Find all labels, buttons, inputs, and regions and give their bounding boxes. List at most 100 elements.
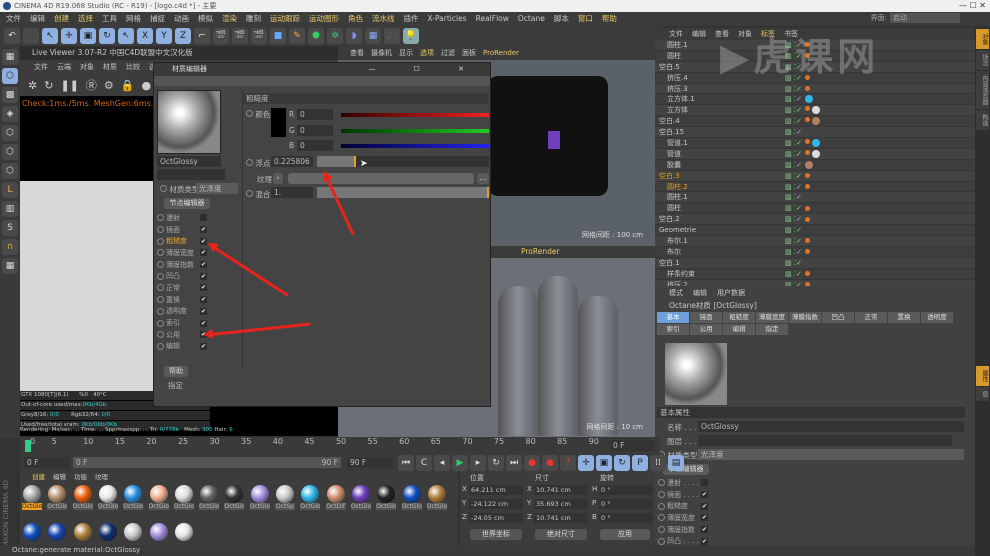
layout-selector[interactable]: 界面: 启动: [871, 13, 960, 23]
object-row[interactable]: 布尔.1 ▨ ⁚✓: [655, 236, 975, 247]
menu-item[interactable]: 运动图形: [309, 12, 339, 26]
next-key-icon[interactable]: ↻: [488, 455, 504, 471]
attribute-tab[interactable]: 镜面: [690, 312, 722, 323]
object-menu-item[interactable]: 编辑: [692, 28, 706, 40]
radio-icon[interactable]: [157, 214, 164, 222]
attribute-menu-item[interactable]: 模式: [669, 286, 683, 300]
attribute-menu-item[interactable]: 用户数据: [717, 286, 745, 300]
radio-icon[interactable]: [157, 226, 164, 234]
object-name[interactable]: 立方体: [655, 105, 785, 115]
selected-object[interactable]: [548, 131, 560, 149]
material-ball-icon[interactable]: [73, 523, 92, 541]
material-swatch[interactable]: OctGlo: [350, 485, 371, 510]
visibility-flags[interactable]: ▨ ⁚✓: [785, 204, 805, 212]
checkbox[interactable]: ✔: [200, 272, 207, 280]
visibility-flags[interactable]: ▨ ⁚✓: [785, 139, 805, 147]
radio-icon[interactable]: [157, 272, 164, 280]
next-frame-icon[interactable]: ▸: [470, 455, 486, 471]
radio-icon[interactable]: [658, 479, 665, 487]
channel-row[interactable]: 薄膜宽度 ✔: [658, 512, 708, 524]
material-ball-icon[interactable]: [48, 485, 67, 503]
object-name[interactable]: 胶囊: [655, 160, 785, 170]
object-name[interactable]: 管道: [655, 149, 785, 159]
material-swatch[interactable]: [22, 523, 42, 541]
tag-icon[interactable]: [805, 184, 810, 190]
material-swatch[interactable]: [123, 523, 143, 541]
window-controls[interactable]: — ☐ ✕: [959, 0, 986, 12]
visibility-flags[interactable]: ▨ ⁚✓: [785, 270, 805, 278]
material-type-dropdown[interactable]: 光泽度: [196, 183, 238, 194]
visibility-flags[interactable]: ▨ ⁚✓: [785, 128, 805, 136]
material-name[interactable]: OctGlo: [173, 503, 194, 510]
layout-dropdown[interactable]: 启动: [890, 13, 960, 23]
object-name[interactable]: 空白.15: [655, 127, 785, 137]
radio-icon[interactable]: [157, 261, 164, 269]
object-name[interactable]: 圆柱.1: [655, 192, 785, 202]
material-swatch[interactable]: [47, 523, 67, 541]
g-slider[interactable]: [341, 129, 489, 133]
scale-tool-icon[interactable]: ▣: [80, 28, 96, 44]
material-ball-icon[interactable]: [351, 485, 370, 503]
checkbox[interactable]: ✔: [701, 514, 708, 522]
viewport-menu-item[interactable]: ProRender: [483, 46, 519, 60]
checkbox[interactable]: ✔: [701, 491, 708, 499]
make-editable-icon[interactable]: ▦: [2, 49, 18, 65]
coord-rot-input[interactable]: 0 °: [599, 499, 653, 509]
material-name[interactable]: OctGlo: [426, 503, 447, 510]
material-ball-icon[interactable]: [174, 485, 193, 503]
object-name[interactable]: 圆柱.2: [655, 182, 785, 192]
radio-icon[interactable]: [157, 284, 164, 292]
tag-icon[interactable]: [805, 216, 810, 222]
menu-item[interactable]: 窗口: [578, 12, 593, 26]
channel-label[interactable]: 置换: [166, 295, 180, 305]
material-swatch[interactable]: OctGlo: [249, 485, 270, 510]
radio-icon[interactable]: [157, 331, 164, 339]
object-name[interactable]: 挤压.3: [655, 84, 785, 94]
channel-label[interactable]: 镜面: [166, 225, 180, 235]
material-ball-icon[interactable]: [250, 485, 269, 503]
visibility-flags[interactable]: ▨ ⁚✓: [785, 85, 805, 93]
coord-space-dropdown[interactable]: 世界坐标: [470, 529, 522, 540]
attribute-tab[interactable]: 编辑: [723, 324, 755, 335]
gear-icon[interactable]: ⚙: [104, 79, 114, 92]
object-name[interactable]: Geometrie: [655, 226, 785, 234]
menu-item[interactable]: X-Particles: [428, 12, 467, 26]
timeline-icon[interactable]: ▤: [668, 455, 684, 471]
channel-row[interactable]: 置换 ✔: [157, 294, 207, 306]
object-name[interactable]: 布尔: [655, 247, 785, 257]
checkbox[interactable]: [701, 479, 708, 487]
deformer-icon[interactable]: ◗: [346, 28, 362, 44]
playhead[interactable]: [25, 440, 31, 452]
tag-icon[interactable]: [805, 205, 810, 211]
move-tool-icon[interactable]: ✛: [61, 28, 77, 44]
coord-pos-input[interactable]: 64.211 cm: [469, 485, 523, 495]
channel-label[interactable]: 索引: [166, 318, 180, 328]
layer-field[interactable]: [157, 169, 225, 180]
object-row[interactable]: 空白.2 ▨ ⁚✓: [655, 214, 975, 226]
material-tag-icon[interactable]: [812, 138, 820, 147]
channel-label[interactable]: 薄膜指数: [166, 260, 194, 270]
viewport-menu-item[interactable]: 显示: [399, 46, 413, 60]
viewport-menu-item[interactable]: 面板: [462, 46, 476, 60]
menu-item[interactable]: 模拟: [198, 12, 213, 26]
material-swatch[interactable]: OctGlo: [97, 485, 118, 510]
object-row[interactable]: 管道.1 ▨ ⁚✓: [655, 138, 975, 149]
checkbox[interactable]: ✔: [200, 261, 207, 269]
channel-row[interactable]: 粗糙度 ✔: [658, 500, 708, 512]
object-row[interactable]: 圆柱 ▨ ⁚✓: [655, 203, 975, 215]
material-name[interactable]: OctGlo: [47, 503, 68, 510]
attribute-tab[interactable]: 索引: [657, 324, 689, 335]
material-name-field[interactable]: OctGlossy: [157, 156, 221, 167]
checkbox[interactable]: ✔: [200, 342, 207, 350]
visibility-flags[interactable]: ▨ ⁚✓: [785, 215, 805, 223]
prev-key-icon[interactable]: C: [416, 455, 432, 471]
visibility-flags[interactable]: ▨ ⁚✓: [785, 248, 805, 256]
material-ball-icon[interactable]: [149, 523, 168, 541]
object-name[interactable]: 样条约束: [655, 269, 785, 279]
cloner-icon[interactable]: ✲: [327, 28, 343, 44]
x-axis-icon[interactable]: X: [137, 28, 153, 44]
material-ball-icon[interactable]: [149, 485, 168, 503]
menu-item[interactable]: 工具: [102, 12, 117, 26]
material-ball-icon[interactable]: [402, 485, 421, 503]
frame-range-slider[interactable]: 0 F 90 F: [73, 457, 341, 468]
